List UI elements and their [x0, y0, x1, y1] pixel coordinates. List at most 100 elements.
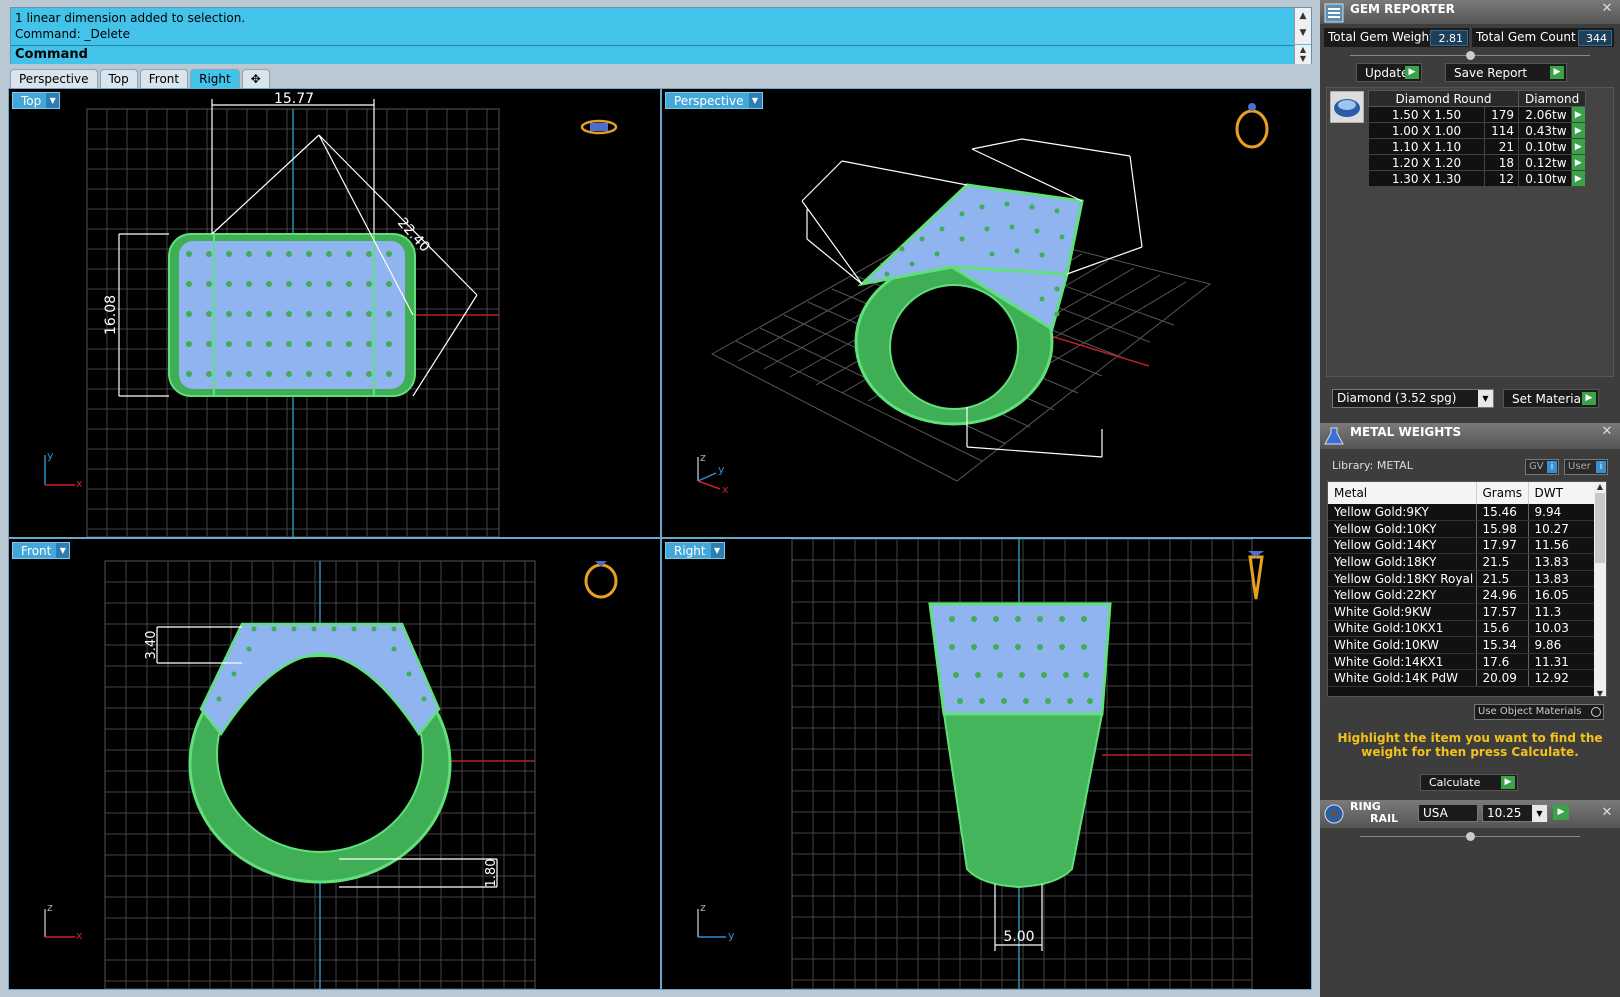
tab-right[interactable]: Right [190, 69, 240, 88]
gem-row[interactable]: 1.30 X 1.30 12 0.10tw ▶ [1368, 170, 1587, 187]
command-history-scrollbar[interactable]: ▲ ▼ [1294, 8, 1311, 44]
metal-weights-title: METAL WEIGHTS [1350, 425, 1462, 439]
close-icon[interactable]: ✕ [1600, 2, 1614, 16]
collapse-handle-icon[interactable] [1466, 832, 1475, 841]
dropdown-arrow-icon[interactable]: ▼ [1532, 805, 1547, 822]
close-icon[interactable]: ✕ [1600, 806, 1614, 820]
front-view-scene: 3.40 1.80 z x [44, 560, 618, 989]
svg-text:x: x [76, 929, 83, 942]
material-select[interactable]: Diamond (3.52 spg) ▼ [1332, 389, 1494, 408]
add-tab-icon[interactable]: ✥ [241, 69, 270, 88]
total-gem-weight-value: 2.81 [1430, 30, 1468, 46]
svg-text:y: y [728, 929, 735, 942]
axis-gizmo-icon: z x [44, 901, 83, 942]
front-viewport[interactable]: 3.40 1.80 z x Front ▼ [9, 539, 660, 989]
metal-row[interactable]: Yellow Gold:22KY 24.96 16.05 [1328, 586, 1600, 605]
metal-table-scrollbar[interactable]: ▲ ▼ [1594, 482, 1606, 696]
metal-name-cell: White Gold:9KW [1328, 603, 1477, 621]
calculate-hint: Highlight the item you want to find the … [1337, 731, 1603, 759]
gem-row[interactable]: 1.20 X 1.20 18 0.12tw ▶ [1368, 154, 1587, 171]
svg-text:z: z [700, 901, 706, 914]
metal-name-cell: White Gold:14KX1 [1328, 653, 1477, 671]
user-toggle[interactable]: User i [1564, 459, 1608, 475]
play-arrow-icon[interactable]: ▶ [1570, 106, 1587, 123]
gem-table: Diamond Round Diamond 1.50 X 1.50 179 2.… [1368, 90, 1587, 187]
diamond-round-icon [1330, 91, 1364, 123]
right-viewport[interactable]: 5.00 z y Right ▼ [662, 539, 1311, 989]
svg-text:z: z [700, 451, 706, 464]
save-report-button[interactable]: Save Report ▶ [1445, 63, 1567, 82]
metal-row[interactable]: White Gold:10KW 15.34 9.86 [1328, 636, 1600, 654]
command-area: 1 linear dimension added to selection. C… [10, 7, 1312, 64]
ring-rail-icon [1324, 804, 1344, 824]
metal-row[interactable]: White Gold:10KX1 15.6 10.03 [1328, 620, 1600, 638]
ring-thumbnail-icon [1248, 551, 1264, 600]
viewport-label-front[interactable]: Front ▼ [12, 542, 71, 559]
grams-col-header[interactable]: Grams [1476, 482, 1529, 504]
metal-row[interactable]: Yellow Gold:18KY Royal 21.5 13.83 [1328, 570, 1600, 588]
collapse-handle-icon[interactable] [1466, 51, 1475, 60]
dimension-height: 16.08 [103, 295, 119, 335]
grams-cell: 21.5 [1476, 570, 1529, 588]
metal-row[interactable]: Yellow Gold:18KY 21.5 13.83 [1328, 553, 1600, 571]
axis-gizmo-icon: z y x [697, 451, 729, 496]
scroll-down-icon[interactable]: ▼ [1594, 689, 1606, 696]
top-viewport[interactable]: 15.77 22.40 16.08 y x Top ▼ [9, 89, 660, 537]
dimension-width: 15.77 [274, 91, 314, 107]
dwt-col-header[interactable]: DWT [1528, 482, 1600, 504]
grams-cell: 17.57 [1476, 603, 1529, 621]
metal-weights-header: METAL WEIGHTS ✕ [1320, 423, 1620, 449]
gem-reporter-header: GEM REPORTER ✕ [1320, 0, 1620, 24]
metal-row[interactable]: White Gold:14K PdW 20.09 12.92 [1328, 669, 1600, 688]
use-object-materials-toggle[interactable]: Use Object Materials [1474, 704, 1604, 720]
gem-row[interactable]: 1.00 X 1.00 114 0.43tw ▶ [1368, 122, 1587, 139]
play-arrow-icon[interactable]: ▶ [1570, 122, 1587, 139]
perspective-viewport[interactable]: z y x Perspective ▼ [662, 89, 1311, 537]
dropdown-arrow-icon[interactable]: ▼ [56, 543, 70, 558]
flask-icon [1324, 427, 1344, 445]
command-input[interactable] [89, 48, 1289, 63]
metal-row[interactable]: Yellow Gold:9KY 15.46 9.94 [1328, 504, 1600, 522]
metal-name-cell: White Gold:10KW [1328, 636, 1477, 654]
dropdown-arrow-icon[interactable]: ▼ [46, 93, 60, 108]
viewport-label-top[interactable]: Top ▼ [12, 92, 61, 109]
calculate-button[interactable]: Calculate ▶ [1420, 774, 1518, 791]
metal-row[interactable]: White Gold:14KX1 17.6 11.31 [1328, 653, 1600, 671]
play-arrow-icon[interactable]: ▶ [1570, 154, 1587, 171]
close-icon[interactable]: ✕ [1600, 425, 1614, 439]
command-line-scrollbar[interactable]: ▲ ▼ [1294, 45, 1311, 64]
viewport-label-perspective[interactable]: Perspective ▼ [665, 92, 763, 109]
library-label: Library: METAL [1332, 459, 1413, 472]
ring-size-select[interactable]: 10.25 ▼ [1482, 804, 1548, 822]
perspective-view-scene: z y x [697, 103, 1269, 496]
viewport-label-right[interactable]: Right ▼ [665, 542, 725, 559]
dropdown-arrow-icon[interactable]: ▼ [1478, 390, 1493, 407]
tab-perspective[interactable]: Perspective [10, 69, 98, 88]
play-arrow-icon[interactable]: ▶ [1570, 138, 1587, 155]
ring-size-country[interactable]: USA [1418, 804, 1478, 822]
metal-col-header[interactable]: Metal [1328, 482, 1477, 504]
gem-row[interactable]: 1.50 X 1.50 179 2.06tw ▶ [1368, 106, 1587, 123]
svg-text:x: x [76, 477, 83, 490]
metal-name-cell: Yellow Gold:14KY [1328, 537, 1477, 555]
update-button[interactable]: Update ▶ [1356, 63, 1422, 82]
metal-row[interactable]: Yellow Gold:14KY 17.97 11.56 [1328, 537, 1600, 555]
gv-toggle[interactable]: GV i [1525, 459, 1559, 475]
metal-row[interactable]: White Gold:9KW 17.57 11.3 [1328, 603, 1600, 621]
gem-row[interactable]: 1.10 X 1.10 21 0.10tw ▶ [1368, 138, 1587, 155]
dropdown-arrow-icon[interactable]: ▼ [710, 543, 724, 558]
metal-name-cell: Yellow Gold:22KY [1328, 586, 1477, 605]
grams-cell: 21.5 [1476, 553, 1529, 571]
tab-top[interactable]: Top [99, 69, 138, 88]
metal-row[interactable]: Yellow Gold:10KY 15.98 10.27 [1328, 520, 1600, 538]
scroll-thumb[interactable] [1595, 493, 1605, 563]
dimension-shank-thickness: 1.80 [484, 859, 499, 888]
play-arrow-icon[interactable]: ▶ [1570, 170, 1587, 187]
metal-table-container: Metal Grams DWT Yellow Gold:9KY 15.46 9.94… [1327, 481, 1607, 697]
play-arrow-icon[interactable]: ▶ [1553, 805, 1569, 820]
dwt-cell: 11.56 [1528, 537, 1600, 555]
tab-front[interactable]: Front [139, 69, 189, 88]
dropdown-arrow-icon[interactable]: ▼ [748, 93, 762, 108]
scroll-up-icon[interactable]: ▲ [1594, 482, 1606, 491]
set-material-button[interactable]: Set Material ▶ [1503, 389, 1599, 408]
